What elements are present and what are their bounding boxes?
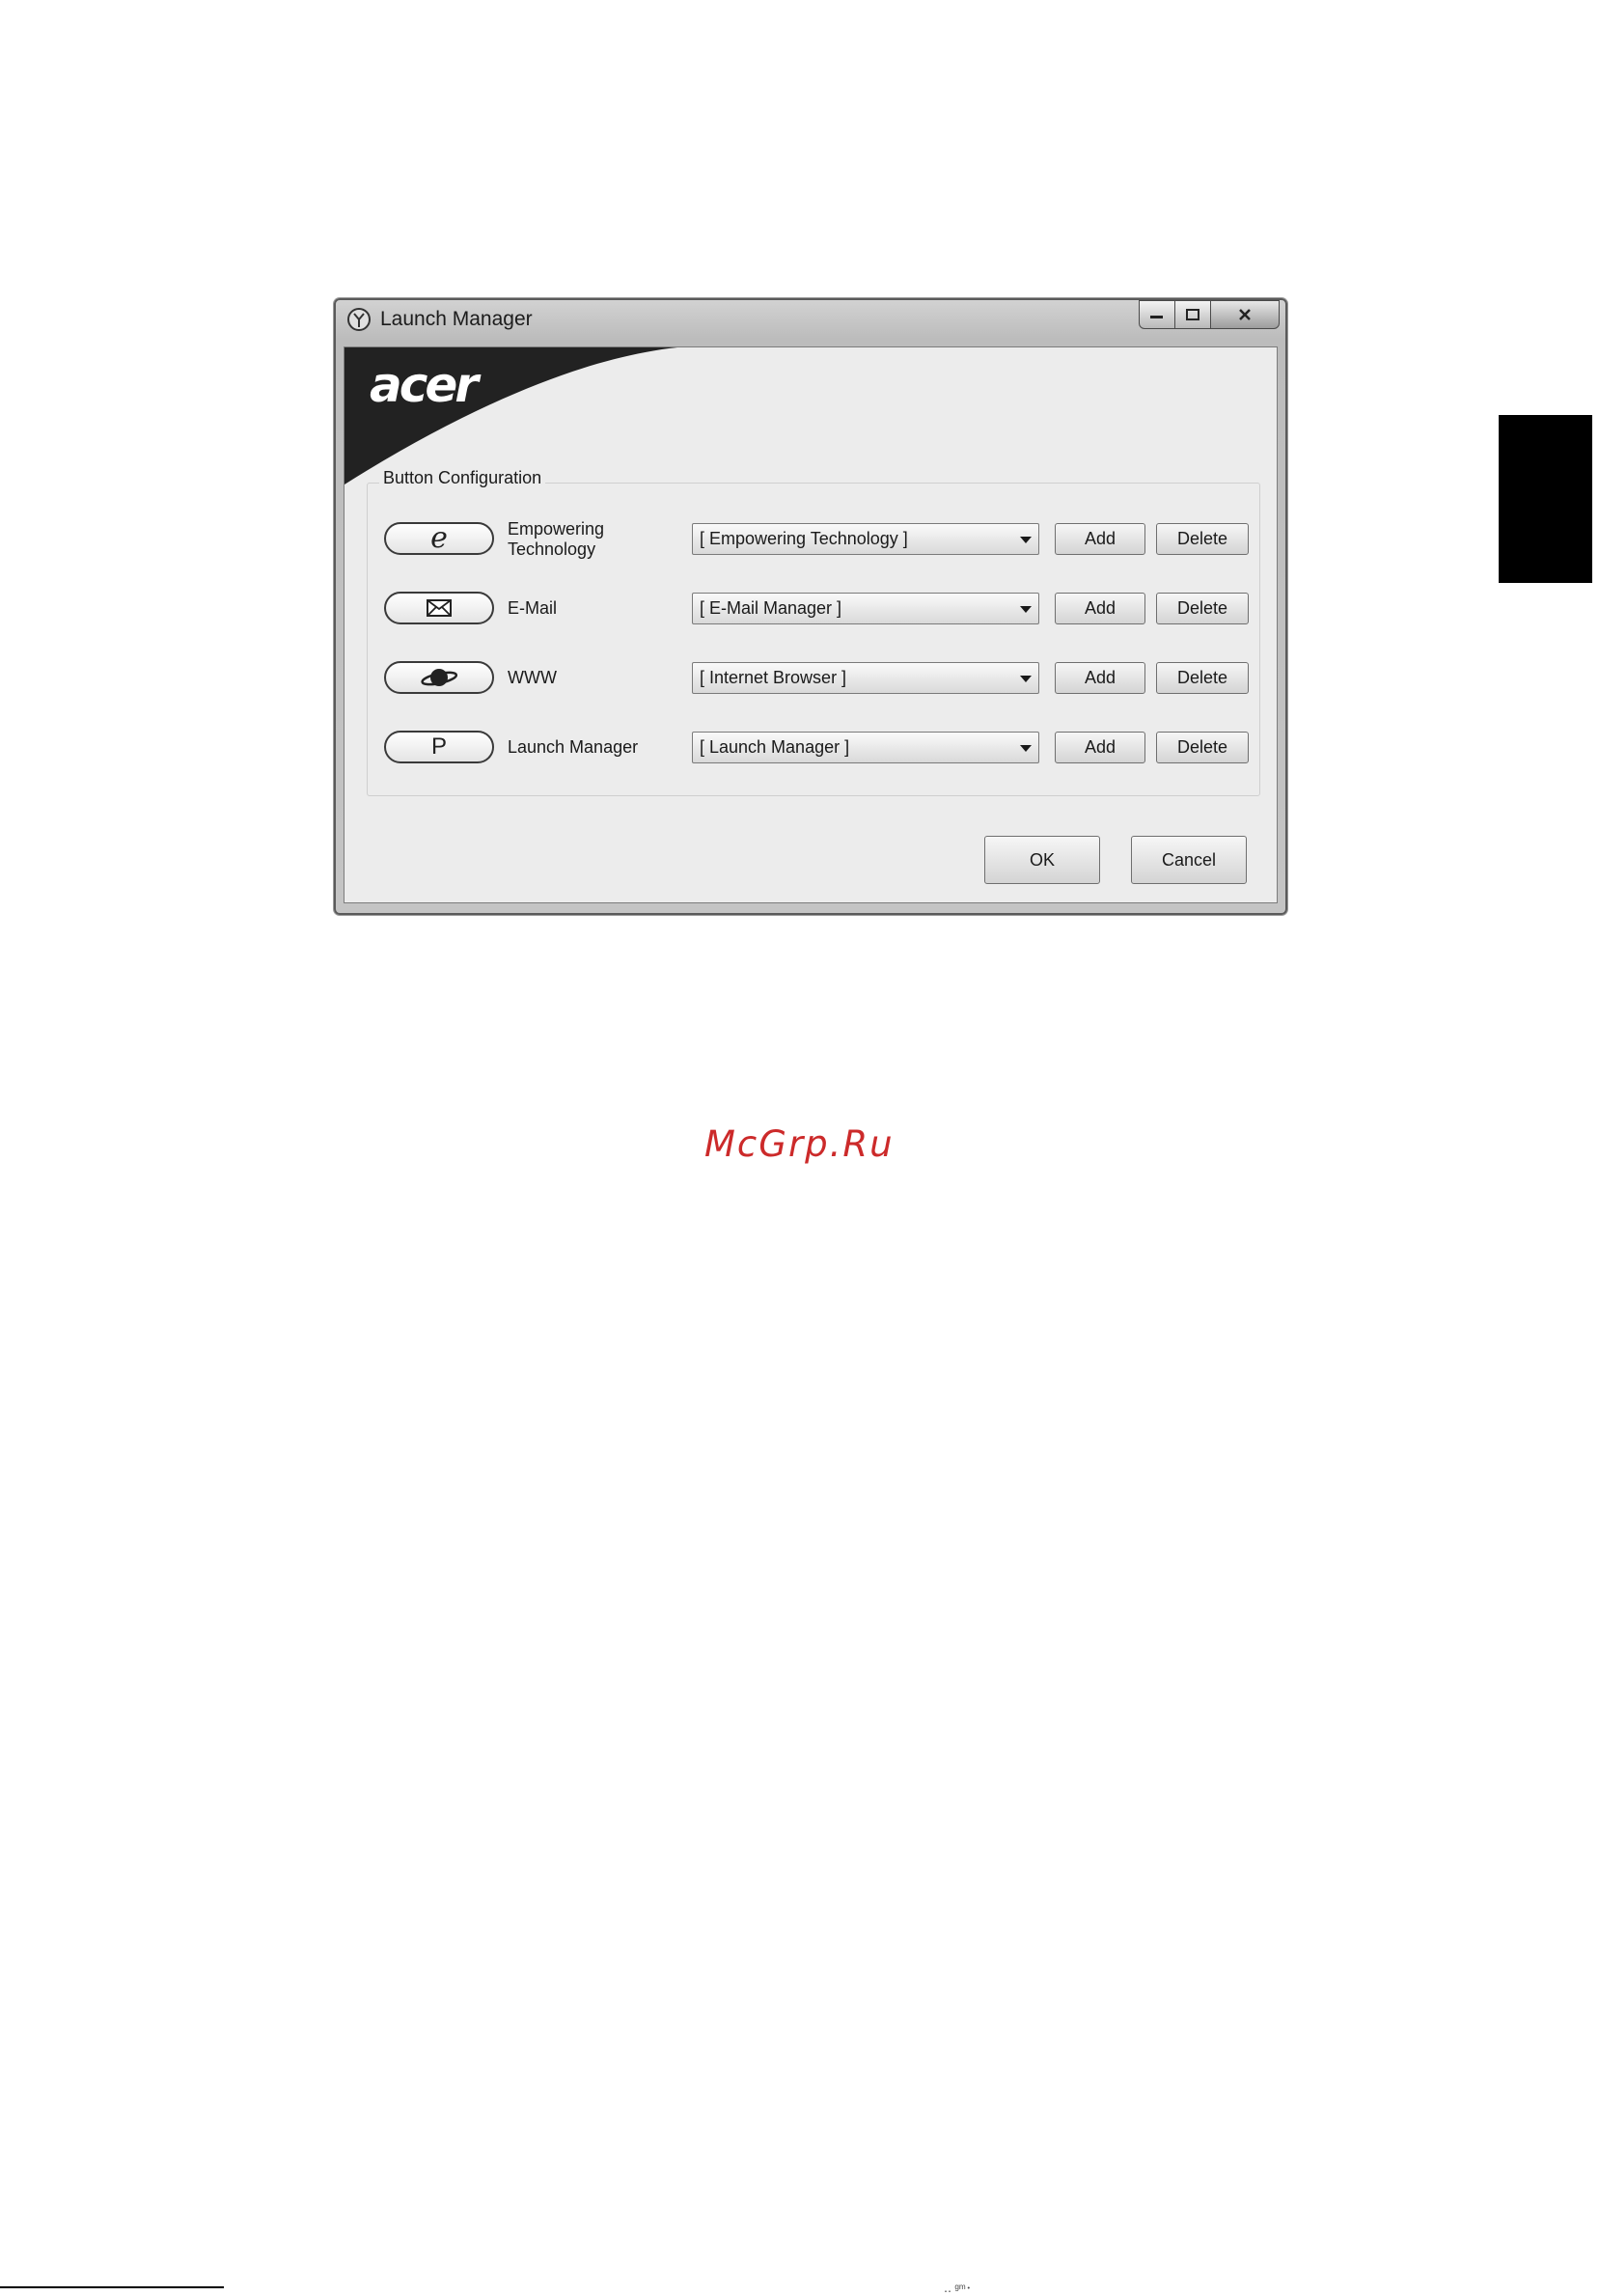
maximize-icon [1186, 309, 1199, 320]
chevron-down-icon [1020, 676, 1032, 682]
planet-icon [421, 669, 458, 686]
chevron-down-icon [1020, 606, 1032, 613]
config-row-email: E-Mail [ E-Mail Manager ] Add Delete [368, 588, 1259, 630]
launch-manager-app-icon [347, 308, 371, 331]
launch-manager-window: Launch Manager acer Button Configuration… [334, 298, 1287, 915]
minimize-button[interactable] [1139, 300, 1175, 329]
empowering-app-select[interactable]: [ Empowering Technology ] [692, 523, 1039, 555]
launch-manager-key-button[interactable]: P [384, 731, 494, 763]
watermark: McGrp.Ru [704, 1123, 895, 1165]
launch-manager-add-button[interactable]: Add [1055, 732, 1145, 763]
email-label: E-Mail [508, 598, 558, 618]
launch-manager-app-select[interactable]: [ Launch Manager ] [692, 732, 1039, 763]
e-icon: e [430, 521, 448, 555]
minimize-icon [1150, 316, 1163, 318]
www-key-button[interactable] [384, 661, 494, 694]
email-delete-button[interactable]: Delete [1156, 593, 1249, 624]
chevron-down-icon [1020, 745, 1032, 752]
close-icon [1239, 309, 1251, 320]
title-bar[interactable]: Launch Manager [336, 300, 1285, 343]
empowering-add-button[interactable]: Add [1055, 523, 1145, 555]
empowering-delete-button[interactable]: Delete [1156, 523, 1249, 555]
launch-manager-delete-button[interactable]: Delete [1156, 732, 1249, 763]
www-label: WWW [508, 668, 557, 687]
maximize-button[interactable] [1174, 300, 1211, 329]
email-add-button[interactable]: Add [1055, 593, 1145, 624]
empowering-label: Empowering Technology [508, 519, 605, 559]
email-key-button[interactable] [384, 592, 494, 624]
config-row-launch-manager: P Launch Manager [ Launch Manager ] Add … [368, 727, 1259, 769]
footer-rule [0, 2286, 224, 2288]
close-button[interactable] [1210, 300, 1280, 329]
group-label: Button Configuration [379, 468, 546, 488]
cancel-button[interactable]: Cancel [1131, 836, 1247, 884]
chevron-down-icon [1020, 537, 1032, 543]
footer-mark: ․․ ᵍᵐ･ [944, 2282, 972, 2295]
config-row-www: WWW [ Internet Browser ] Add Delete [368, 657, 1259, 700]
www-app-select[interactable]: [ Internet Browser ] [692, 662, 1039, 694]
www-add-button[interactable]: Add [1055, 662, 1145, 694]
p-icon: P [430, 733, 447, 760]
config-row-empowering: e Empowering Technology [ Empowering Tec… [368, 518, 1259, 561]
ok-button[interactable]: OK [984, 836, 1100, 884]
email-app-select[interactable]: [ E-Mail Manager ] [692, 593, 1039, 624]
button-configuration-group: Button Configuration e Empowering Techno… [367, 468, 1260, 796]
chapter-side-tab [1499, 415, 1592, 583]
empowering-key-button[interactable]: e [384, 522, 494, 555]
window-title: Launch Manager [380, 308, 533, 330]
envelope-icon [427, 599, 452, 617]
launch-manager-label: Launch Manager [508, 737, 639, 757]
dialog-client-area: acer Button Configuration e Empowering T… [344, 346, 1278, 903]
acer-logo: acer [370, 357, 479, 413]
www-delete-button[interactable]: Delete [1156, 662, 1249, 694]
